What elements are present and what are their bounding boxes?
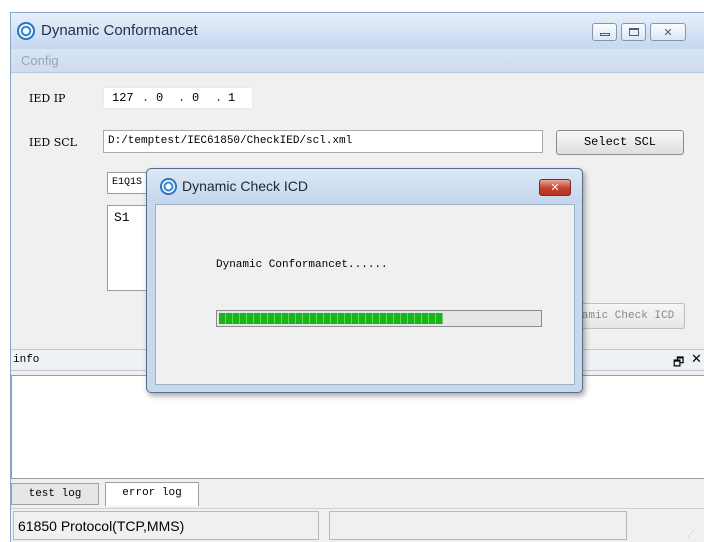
status-bar: 61850 Protocol(TCP,MMS) ⋰ <box>11 508 704 542</box>
status-protocol-text: 61850 Protocol(TCP,MMS) <box>18 518 185 534</box>
window-title: Dynamic Conformancet <box>41 22 198 39</box>
close-icon: ✕ <box>663 25 673 39</box>
maximize-icon <box>628 28 639 36</box>
ip-address-field[interactable]: 127 . 0 . 0 . 1 <box>103 87 253 109</box>
menu-bar: Config <box>11 49 704 73</box>
dialog-title: Dynamic Check ICD <box>182 178 309 194</box>
scl-path-value: D:/temptest/IEC61850/CheckIED/scl.xml <box>108 135 353 147</box>
dialog-body: Dynamic Conformancet...... <box>155 204 575 385</box>
ip-octet-3[interactable]: 0 <box>192 91 199 105</box>
ip-octet-2[interactable]: 0 <box>156 91 163 105</box>
dialog-close-button[interactable]: ✕ <box>539 179 571 196</box>
select-scl-button[interactable]: Select SCL <box>556 130 684 155</box>
app-logo-icon <box>17 22 35 40</box>
float-window-icon[interactable]: 🗗 <box>673 353 684 374</box>
tab-error-log[interactable]: error log <box>105 482 199 506</box>
ied-combo-value: E1Q1S <box>112 177 143 188</box>
ip-dot: . <box>178 91 186 105</box>
list-item[interactable]: S1 <box>114 210 130 225</box>
scl-path-input[interactable]: D:/temptest/IEC61850/CheckIED/scl.xml <box>103 130 543 153</box>
close-icon: ✕ <box>550 181 560 194</box>
progress-bar <box>216 310 542 327</box>
minimize-button[interactable] <box>592 23 617 41</box>
info-panel-title: info <box>13 354 40 366</box>
ied-ip-label: IED IP <box>29 92 66 105</box>
dialog-title-bar: Dynamic Check ICD ✕ <box>147 169 582 203</box>
dynamic-check-dialog: Dynamic Check ICD ✕ Dynamic Conformancet… <box>146 168 583 393</box>
resize-grip-icon[interactable]: ⋰ <box>687 529 697 539</box>
close-button[interactable]: ✕ <box>650 23 686 41</box>
maximize-button[interactable] <box>621 23 646 41</box>
ip-dot: . <box>142 91 150 105</box>
menu-config[interactable]: Config <box>21 53 59 68</box>
ip-dot: . <box>215 91 223 105</box>
ip-octet-4[interactable]: 1 <box>228 91 235 105</box>
app-logo-icon <box>160 178 177 195</box>
progress-fill <box>219 313 443 324</box>
ip-octet-1[interactable]: 127 <box>112 91 134 105</box>
title-bar: Dynamic Conformancet ✕ <box>11 13 704 49</box>
dynamic-check-icd-button[interactable]: amic Check ICD <box>571 303 685 329</box>
close-panel-icon[interactable]: ✕ <box>691 352 702 367</box>
status-secondary-panel <box>329 511 627 540</box>
dialog-message: Dynamic Conformancet...... <box>216 259 388 271</box>
status-protocol-panel: 61850 Protocol(TCP,MMS) <box>13 511 319 540</box>
ied-scl-label: IED SCL <box>29 136 77 149</box>
tab-test-log[interactable]: test log <box>11 483 99 505</box>
minimize-icon <box>599 33 610 36</box>
